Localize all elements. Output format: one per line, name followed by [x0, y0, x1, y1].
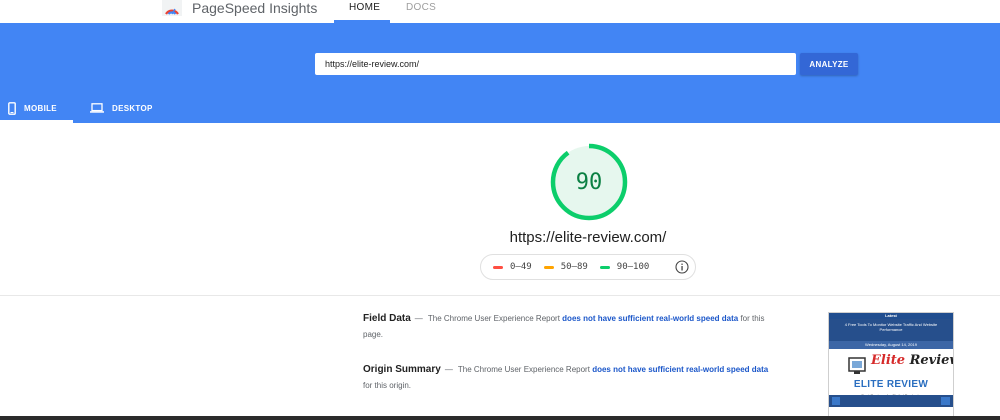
field-data-dash: — [414, 314, 423, 323]
bottom-edge [0, 416, 1000, 420]
field-data-link[interactable]: does not have sufficient real-world spee… [562, 314, 738, 323]
nav-tab-docs[interactable]: DOCS [406, 3, 436, 13]
origin-summary-heading: Origin Summary [363, 364, 441, 375]
thumb-home-icon [832, 397, 840, 405]
thumb-logo-review: Review [909, 353, 953, 368]
laptop-icon [90, 103, 104, 113]
field-data-section: Field Data — The Chrome User Experience R… [363, 311, 773, 343]
origin-summary-text: The Chrome User Experience Report [457, 365, 590, 374]
tested-url: https://elite-review.com/ [509, 229, 667, 246]
origin-summary-section: Origin Summary — The Chrome User Experien… [363, 362, 773, 394]
legend-swatch-poor [493, 265, 503, 269]
app-title: PageSpeed Insights [192, 0, 318, 16]
thumb-headline: 4 Free Tools To Monitor Website Traffic … [829, 319, 953, 341]
legend-swatch-average [543, 265, 554, 269]
pagespeed-logo-icon [162, 0, 182, 16]
analyze-button[interactable]: ANALYZE [800, 53, 858, 75]
legend-label-average: 50–89 [560, 262, 588, 272]
legend-swatch-good [599, 265, 610, 269]
origin-summary-dash: — [444, 365, 453, 374]
tab-mobile-label: MOBILE [24, 103, 57, 113]
info-icon[interactable] [675, 260, 689, 274]
thumb-logo-text: Elite Review [871, 353, 953, 368]
top-header: PageSpeed Insights HOME DOCS [0, 0, 1000, 23]
legend-label-poor: 0–49 [510, 262, 532, 272]
performance-score: 90 [575, 169, 603, 195]
section-divider [0, 295, 1000, 296]
thumb-body: Elite Review ELITE REVIEW Best Reviews f… [829, 349, 953, 407]
page-screenshot-thumbnail: Latest 4 Free Tools To Monitor Website T… [828, 312, 954, 420]
legend-label-good: 90–100 [616, 262, 650, 272]
thumb-brand: ELITE REVIEW [853, 379, 929, 390]
nav-tab-home[interactable]: HOME [349, 3, 380, 13]
origin-summary-link[interactable]: does not have sufficient real-world spee… [592, 365, 768, 374]
thumb-bottom-bar [829, 395, 953, 407]
field-data-heading: Field Data [363, 313, 411, 324]
url-input[interactable] [315, 53, 796, 75]
legend-item-poor: 0–49 [493, 262, 532, 272]
tab-desktop-label: DESKTOP [112, 103, 153, 113]
legend-item-good: 90–100 [599, 262, 650, 272]
tab-desktop[interactable]: DESKTOP [90, 97, 153, 119]
score-legend: 0–49 50–89 90–100 [480, 254, 696, 280]
phone-icon [8, 101, 16, 115]
thumb-date: Wednesday, August 14, 2019 [829, 341, 953, 349]
thumb-logo-elite: Elite [871, 353, 906, 368]
thumb-search-icon [941, 397, 950, 405]
legend-item-average: 50–89 [543, 262, 588, 272]
tab-mobile[interactable]: MOBILE [8, 97, 57, 119]
device-active-indicator [0, 120, 73, 123]
field-data-text: The Chrome User Experience Report [427, 314, 560, 323]
origin-summary-text-after: for this origin. [363, 381, 412, 390]
